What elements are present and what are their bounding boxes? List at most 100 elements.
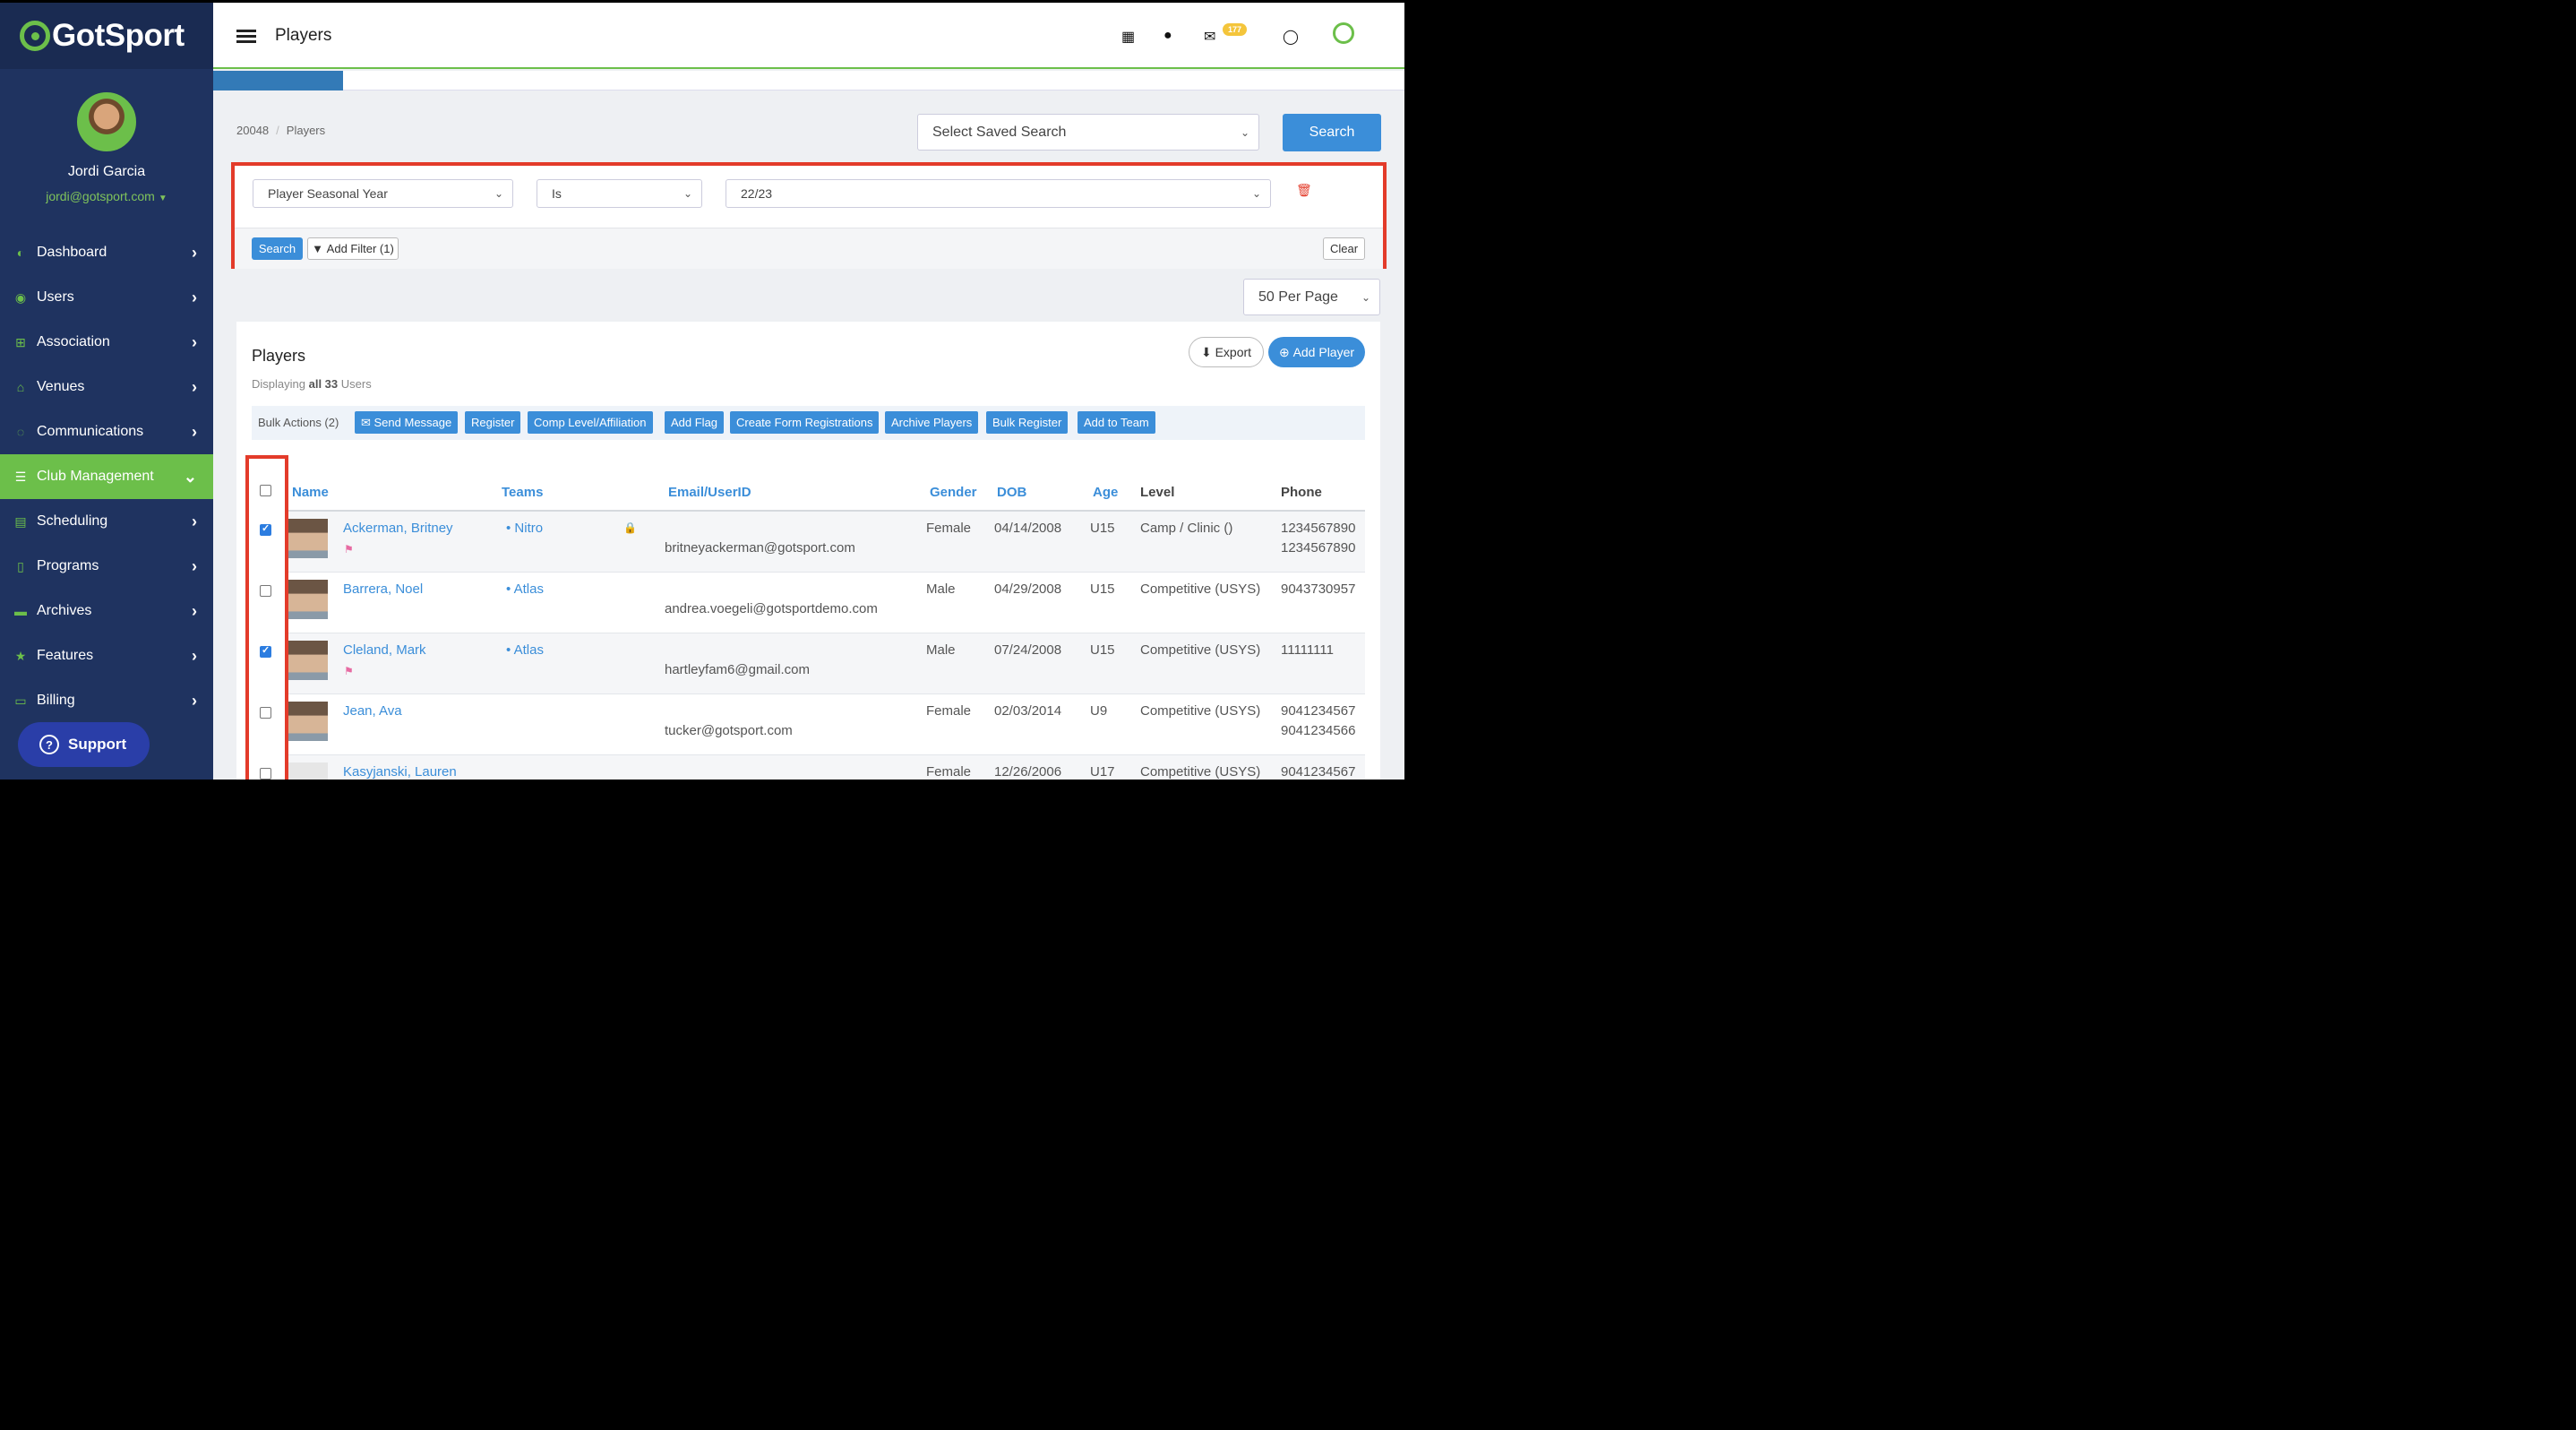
sidebar-item-programs[interactable]: ▯ Programs › [0,544,213,589]
sidebar-item-archives[interactable]: ▬ Archives › [0,589,213,633]
gender-cell: Male [926,642,956,658]
filter-icon: ▼ [312,242,324,255]
bulk-register-button[interactable]: Register [465,411,521,434]
sidebar-item-label: Dashboard [37,245,107,260]
envelope-icon[interactable]: ✉ [1204,28,1215,46]
filter-value-select[interactable]: 22/23 ⌄ [726,179,1271,208]
chevron-right-icon: › [192,377,197,396]
level-cell: Camp / Clinic () [1140,521,1233,536]
chevron-right-icon: › [192,646,197,665]
calendar-icon: ▤ [14,513,27,529]
sidebar-item-dashboard[interactable]: ◐ Dashboard › [0,230,213,275]
column-header-email-userid[interactable]: Email/UserID [668,485,751,500]
chevron-right-icon: › [192,601,197,620]
player-name-link[interactable]: Cleland, Mark [343,642,426,658]
support-button[interactable]: ? Support [18,722,150,767]
sidebar-item-users[interactable]: ◉ Users › [0,275,213,320]
gender-cell: Female [926,521,972,536]
phone-cell: 9041234567 [1281,703,1356,719]
player-photo [288,580,328,619]
add-player-button[interactable]: ⊕ Add Player [1268,337,1365,367]
table-row: Barrera, Noel • Atlas andrea.voegeli@gotsp… [260,573,1365,633]
phone-cell: 9041234567 [1281,764,1356,780]
column-header-age[interactable]: Age [1093,485,1118,500]
phone-cell: 1234567890 [1281,521,1356,536]
per-page-select[interactable]: 50 Per Page ⌄ [1243,279,1380,315]
team-link[interactable]: • Nitro [506,521,543,536]
dashboard-icon: ◐ [16,246,25,260]
filter-operator-select[interactable]: Is ⌄ [537,179,702,208]
column-header-teams[interactable]: Teams [502,485,543,500]
star-icon: ★ [14,648,27,663]
breadcrumb-org[interactable]: 20048 [236,124,269,137]
column-header-level: Level [1140,485,1175,500]
app-window: GotSport Jordi Garcia jordi@gotsport.com… [0,3,1404,780]
bulk-add-to-team-button[interactable]: Add to Team [1078,411,1155,434]
saved-search-button[interactable]: Search [1283,114,1381,151]
player-photo [288,702,328,741]
column-header-name[interactable]: Name [292,485,329,500]
bulk-actions-label: Bulk Actions (2) [258,416,339,429]
credit-card-icon: ▭ [14,693,27,708]
clear-button[interactable]: Clear [1323,237,1365,260]
sidebar: GotSport Jordi Garcia jordi@gotsport.com… [0,3,213,780]
caret-down-icon: ▼ [158,194,167,203]
trash-icon[interactable]: 🗑 [1296,183,1312,198]
profile-email-dropdown[interactable]: jordi@gotsport.com ▼ [0,189,213,203]
player-name-link[interactable]: Ackerman, Britney [343,521,453,536]
hamburger-menu-icon[interactable] [236,30,256,46]
filter-field-select[interactable]: Player Seasonal Year ⌄ [253,179,513,208]
filter-search-button[interactable]: Search [252,237,303,260]
phone-cell: 11111111 [1281,642,1334,658]
bulk-add-flag-button[interactable]: Add Flag [665,411,725,434]
sidebar-item-association[interactable]: ⊞ Association › [0,320,213,365]
chevron-down-icon: ⌄ [1240,125,1249,139]
tab-manage-players[interactable] [213,71,343,90]
sidebar-item-label: Users [37,289,74,305]
bulk-bulk-register-button[interactable]: Bulk Register [986,411,1069,434]
age-cell: U15 [1090,642,1115,658]
download-icon: ⬇ [1200,344,1212,359]
sidebar-item-label: Billing [37,693,75,708]
sidebar-item-label: Venues [37,379,85,394]
checkbox-column-highlight [245,455,288,780]
bulk-send-message-button[interactable]: ✉ Send Message [355,411,459,434]
flag-icon: ⚑ [344,665,354,677]
sidebar-item-label: Scheduling [37,513,108,529]
chevron-down-icon: ⌄ [683,187,692,200]
avatar[interactable] [77,92,136,151]
team-link[interactable]: • Atlas [506,581,544,597]
bulk-actions-bar: Bulk Actions (2) ✉ Send Message Register C… [252,406,1365,440]
sidebar-item-features[interactable]: ★ Features › [0,633,213,678]
chat-icon[interactable]: ◯ [1283,28,1299,46]
filter-panel: Player Seasonal Year ⌄ Is ⌄ 22/23 ⌄ 🗑 Se… [231,162,1387,269]
column-header-dob[interactable]: DOB [997,485,1026,500]
per-page-value: 50 Per Page [1258,289,1338,305]
bulk-archive-players-button[interactable]: Archive Players [885,411,979,434]
age-cell: U15 [1090,581,1115,597]
gotsport-small-logo-icon[interactable] [1333,22,1354,44]
players-panel: Players Displaying all 33 Users ⬇ Export… [236,322,1380,780]
bulk-comp-level-affiliation-button[interactable]: Comp Level/Affiliation [528,411,653,434]
envelope-icon: ✉ [361,415,374,429]
player-name-link[interactable]: Kasyjanski, Lauren [343,764,457,780]
player-name-link[interactable]: Barrera, Noel [343,581,423,597]
phone-cell: 9043730957 [1281,581,1356,597]
qr-code-icon[interactable]: ▦ [1121,28,1135,46]
bulk-create-form-registrations-button[interactable]: Create Form Registrations [730,411,880,434]
team-link[interactable]: • Atlas [506,642,544,658]
dob-cell: 04/14/2008 [994,521,1062,536]
sidebar-item-billing[interactable]: ▭ Billing › [0,678,213,723]
logo[interactable]: GotSport [0,3,213,69]
saved-search-select[interactable]: Select Saved Search ⌄ [917,114,1259,151]
add-filter-button[interactable]: ▼ Add Filter (1) [307,237,399,260]
sidebar-item-communications[interactable]: ◌ Communications › [0,409,213,454]
sidebar-item-venues[interactable]: ⌂ Venues › [0,365,213,409]
column-header-gender[interactable]: Gender [930,485,977,500]
export-button[interactable]: ⬇ Export [1189,337,1264,367]
table-row: Ackerman, Britney ⚑ • Nitro 🔒 britneyackerma… [260,512,1365,573]
sidebar-item-club-management[interactable]: ☰ Club Management ⌄ [0,454,213,499]
player-name-link[interactable]: Jean, Ava [343,703,402,719]
user-icon[interactable]: ● [1163,28,1172,44]
sidebar-item-scheduling[interactable]: ▤ Scheduling › [0,499,213,544]
